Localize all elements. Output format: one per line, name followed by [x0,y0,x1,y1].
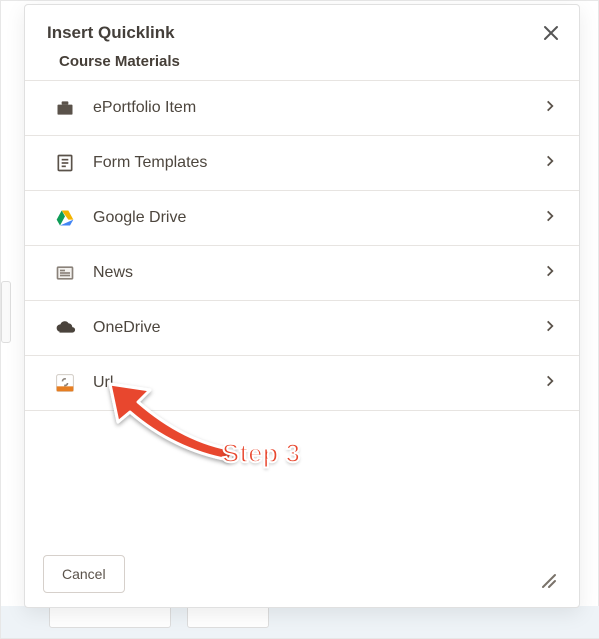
form-icon [53,151,77,175]
news-icon [53,261,77,285]
cancel-button[interactable]: Cancel [43,555,125,593]
google-drive-icon [53,206,77,230]
resize-handle[interactable] [539,571,559,591]
dialog-spacer [25,411,579,541]
row-label: ePortfolio Item [93,99,543,117]
dialog-title: Insert Quicklink [47,23,557,43]
chevron-right-icon [543,264,557,283]
background-side-tab [1,281,11,343]
close-icon [543,25,559,41]
row-label: News [93,264,543,282]
row-label: Form Templates [93,154,543,172]
resize-icon [539,571,557,589]
section-heading: Course Materials [25,47,579,80]
row-eportfolio-item[interactable]: ePortfolio Item [25,80,579,135]
onedrive-icon [53,316,77,340]
row-label: Url [93,374,543,392]
row-url[interactable]: Url [25,355,579,411]
briefcase-icon [53,96,77,120]
close-button[interactable] [537,19,565,47]
chevron-right-icon [543,374,557,393]
insert-quicklink-dialog: Insert Quicklink Course Materials ePortf… [24,4,580,608]
dialog-header: Insert Quicklink [25,5,579,47]
row-onedrive[interactable]: OneDrive [25,300,579,355]
chevron-right-icon [543,154,557,173]
row-form-templates[interactable]: Form Templates [25,135,579,190]
chevron-right-icon [543,319,557,338]
row-google-drive[interactable]: Google Drive [25,190,579,245]
dialog-footer: Cancel [25,541,579,607]
chevron-right-icon [543,209,557,228]
url-icon [53,371,77,395]
row-news[interactable]: News [25,245,579,300]
chevron-right-icon [543,99,557,118]
quicklink-list: ePortfolio Item Form Templates Google Dr… [25,80,579,411]
row-label: Google Drive [93,209,543,227]
row-label: OneDrive [93,319,543,337]
